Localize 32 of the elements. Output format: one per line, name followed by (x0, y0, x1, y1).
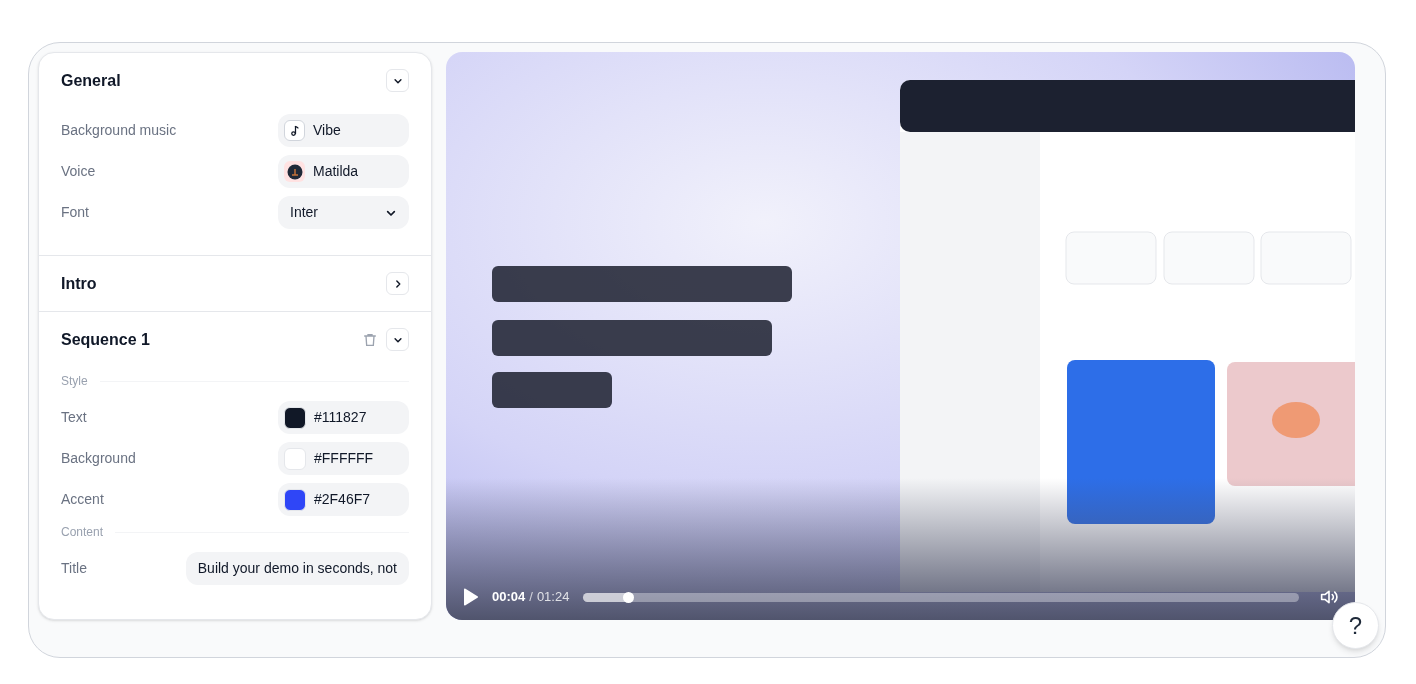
field-label: Font (61, 203, 89, 222)
select-field[interactable]: Matilda (278, 155, 409, 188)
section-title: Intro (61, 273, 97, 294)
section-title: Sequence 1 (61, 329, 150, 350)
collapse-button[interactable] (386, 69, 409, 92)
group-heading: Content (61, 524, 104, 541)
color-field[interactable]: #111827 (278, 401, 409, 434)
field-label: Background (61, 449, 136, 468)
group-heading: Style (61, 373, 88, 390)
field-label: Voice (61, 162, 96, 181)
avatar-icon (284, 161, 305, 182)
current-time: 00:04 (492, 588, 526, 607)
title-field[interactable]: Build your demo in seconds, not (185, 552, 409, 585)
collapse-button[interactable] (386, 328, 409, 351)
field-label: Title (61, 559, 87, 578)
select-field[interactable]: Vibe (278, 114, 409, 147)
expand-button[interactable] (386, 272, 409, 295)
progress-track[interactable] (583, 592, 1299, 602)
music-note-icon (284, 120, 305, 141)
help-button[interactable]: ? (1332, 602, 1379, 649)
color-field[interactable]: #FFFFFF (278, 442, 409, 475)
field-label: Text (61, 408, 87, 427)
field-label: Background music (61, 121, 177, 140)
font-dropdown[interactable]: Inter (278, 196, 409, 229)
color-field[interactable]: #2F46F7 (278, 483, 409, 516)
volume-icon[interactable] (1319, 588, 1339, 606)
play-button[interactable] (462, 588, 478, 606)
duration-time: 01:24 (536, 588, 570, 607)
progress-thumb[interactable] (622, 591, 634, 603)
field-label: Accent (61, 490, 104, 509)
time-separator: / (529, 588, 533, 607)
section-title: General (61, 70, 121, 91)
